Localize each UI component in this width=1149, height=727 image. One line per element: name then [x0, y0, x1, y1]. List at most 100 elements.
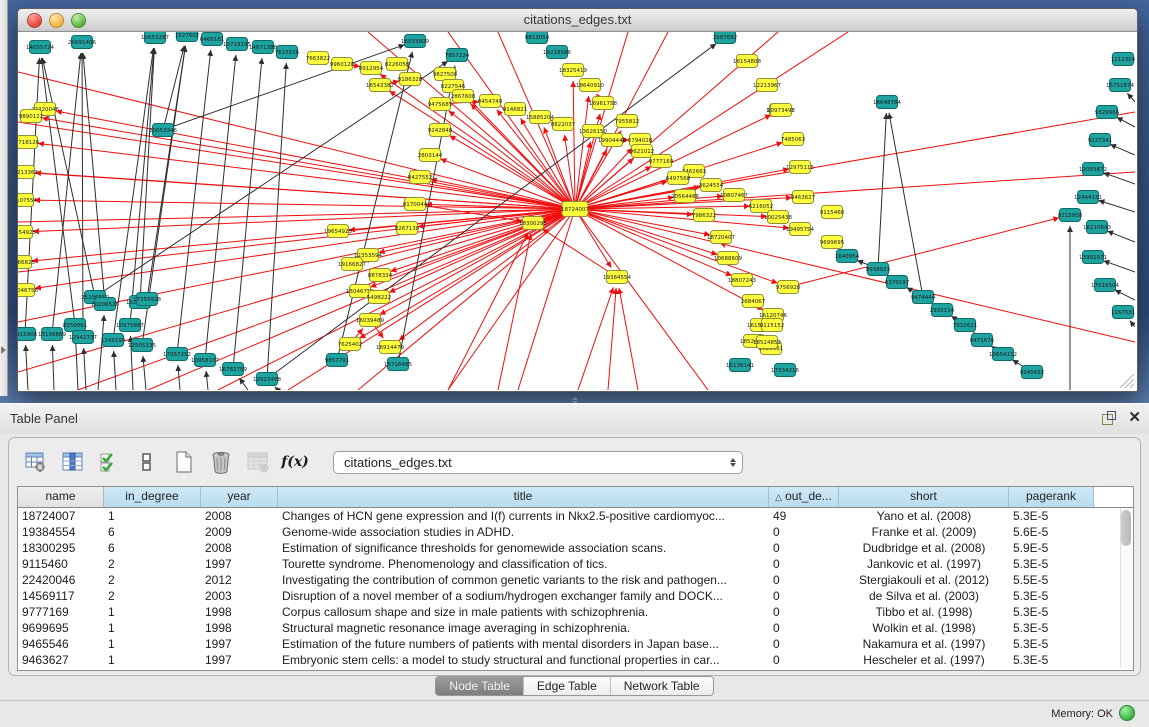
network-node[interactable]: 19166825 [18, 256, 35, 269]
network-node[interactable]: 9115152 [760, 319, 785, 332]
network-edge[interactable] [788, 218, 1059, 287]
table-row[interactable]: 1456911722003Disruption of a novel membe… [18, 588, 1133, 604]
network-edge[interactable] [275, 387, 278, 390]
network-edge[interactable] [84, 348, 86, 390]
tab-edge-table[interactable]: Edge Table [524, 677, 611, 695]
vertical-scrollbar[interactable] [1120, 508, 1132, 668]
network-node[interactable]: 2867608 [451, 90, 476, 103]
table-selector-dropdown[interactable]: citations_edges.txt [333, 451, 743, 474]
network-node[interactable]: 14055724 [26, 41, 54, 54]
network-node[interactable]: 8912954 [359, 62, 384, 75]
network-edge[interactable] [42, 58, 95, 297]
network-edge[interactable] [206, 371, 208, 390]
network-edge[interactable] [76, 336, 78, 390]
column-header-out_degree[interactable]: △out_de... [769, 487, 839, 507]
row-height-button[interactable] [134, 449, 160, 475]
new-file-button[interactable] [171, 449, 197, 475]
network-node[interactable]: 8938923 [866, 263, 891, 276]
network-edge[interactable] [573, 81, 575, 209]
network-node[interactable]: 18724007 [561, 202, 589, 217]
network-node[interactable]: 14671388 [249, 41, 277, 54]
network-node[interactable]: 15751874 [1106, 79, 1134, 92]
network-node[interactable]: 2803144 [418, 149, 443, 162]
network-node[interactable]: 7932621 [953, 319, 978, 332]
network-node[interactable]: 7625402 [338, 338, 363, 351]
network-edge[interactable] [1107, 231, 1135, 242]
network-edge[interactable] [26, 345, 28, 390]
network-node[interactable]: 15136141 [726, 359, 754, 372]
network-edge[interactable] [98, 315, 104, 390]
network-node[interactable]: 10654112 [989, 348, 1017, 361]
network-node[interactable]: 19654925 [18, 226, 36, 239]
network-node[interactable]: 12444131 [1074, 191, 1102, 204]
network-node[interactable]: 9474444 [911, 291, 936, 304]
network-edge[interactable] [1103, 173, 1135, 184]
network-node[interactable]: 20564486 [671, 190, 699, 203]
network-edge[interactable] [233, 58, 262, 369]
network-edge[interactable] [889, 113, 923, 297]
network-node[interactable]: 17359928 [133, 293, 161, 306]
network-node[interactable]: 17957252 [163, 348, 191, 361]
network-edge[interactable] [18, 122, 575, 209]
network-node[interactable]: 18640910 [576, 79, 604, 92]
network-node[interactable]: 20691406 [68, 36, 96, 49]
column-header-short[interactable]: short [839, 487, 1009, 507]
collapsed-panel-arrow[interactable] [1, 346, 6, 354]
network-node[interactable]: 7485063 [781, 133, 806, 146]
select-column-button[interactable] [60, 449, 86, 475]
network-edge[interactable] [878, 113, 886, 269]
network-node[interactable]: 9245652 [1020, 366, 1045, 379]
table-row[interactable]: 946362711997Embryonic stem cells: a mode… [18, 652, 1133, 668]
network-node[interactable]: 9242848 [428, 124, 453, 137]
table-row[interactable]: 946554611997Estimation of the future num… [18, 636, 1133, 652]
network-node[interactable]: 12923468 [253, 373, 281, 386]
scrollbar-thumb[interactable] [1121, 510, 1131, 546]
network-node[interactable]: 8215958 [1058, 209, 1083, 222]
network-edge[interactable] [1127, 93, 1135, 102]
network-node[interactable]: 2935114 [930, 304, 955, 317]
network-node[interactable]: 17016504 [1091, 279, 1119, 292]
network-edge[interactable] [52, 53, 81, 334]
table-row[interactable]: 911546021997Tourette syndrome. Phenomeno… [18, 556, 1133, 572]
network-node[interactable]: 19166827 [338, 258, 366, 271]
network-node[interactable]: 9227341 [1088, 134, 1113, 147]
network-node[interactable]: 20206526 [91, 298, 119, 311]
network-edge[interactable] [575, 96, 589, 209]
function-builder-button[interactable]: f(x) [282, 449, 308, 475]
network-edge[interactable] [608, 288, 616, 390]
network-node[interactable]: 9777169 [649, 155, 674, 168]
network-node[interactable]: 9756928 [776, 281, 801, 294]
network-node[interactable]: 9115460 [820, 206, 845, 219]
network-node[interactable]: 18807243 [728, 274, 756, 287]
column-header-name[interactable]: name [18, 487, 104, 507]
network-node[interactable]: 16782759 [219, 363, 247, 376]
float-panel-icon[interactable] [1102, 411, 1116, 425]
network-canvas[interactable]: 1872400776638229960128891295482260589827… [18, 32, 1135, 390]
network-node[interactable]: 9827508 [433, 68, 458, 81]
network-edge[interactable] [143, 356, 146, 390]
network-node[interactable]: 2684067 [741, 295, 766, 308]
network-node[interactable]: 12213363 [18, 166, 38, 179]
table-row[interactable]: 1830029562008Estimation of significance … [18, 540, 1133, 556]
network-node[interactable]: 7955812 [615, 115, 640, 128]
network-node[interactable]: 12093872 [1079, 163, 1107, 176]
network-node[interactable]: 1527602 [175, 32, 200, 42]
network-edge[interactable] [542, 229, 617, 277]
network-node[interactable]: 2687682 [713, 32, 738, 44]
tab-network-table[interactable]: Network Table [611, 677, 713, 695]
network-edge[interactable] [1110, 144, 1135, 155]
network-node[interactable]: 10807467 [720, 189, 748, 202]
network-edge[interactable] [521, 118, 575, 209]
network-edge[interactable] [42, 118, 575, 209]
network-node[interactable]: 1112304 [1111, 53, 1135, 66]
network-node[interactable]: 18107554 [18, 194, 37, 207]
network-node[interactable]: 6497568 [666, 172, 691, 185]
network-node[interactable]: 3624554 [699, 179, 724, 192]
network-node[interactable]: 12505135 [128, 339, 156, 352]
network-node[interactable]: 6466161 [200, 33, 225, 46]
table-row[interactable]: 969969511998Structural magnetic resonanc… [18, 620, 1133, 636]
network-edge[interactable] [619, 288, 638, 390]
network-node[interactable]: 10025438 [764, 211, 792, 224]
table-row[interactable]: 1938455462009Genome-wide association stu… [18, 524, 1133, 540]
network-node[interactable]: 1145190 [101, 334, 126, 347]
